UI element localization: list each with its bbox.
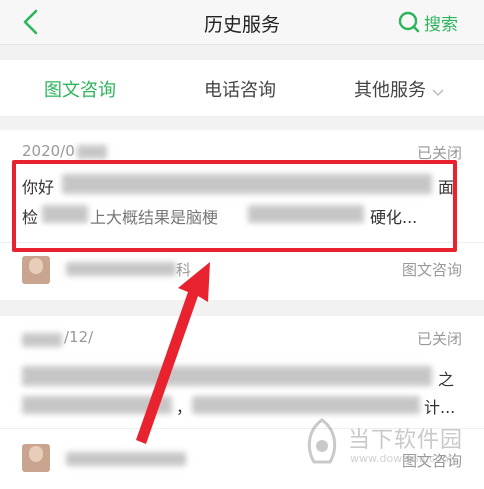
- watermark-url: www.downxia.com: [350, 452, 453, 465]
- watermark-logo-icon: [307, 418, 337, 464]
- watermark: 当下软件园 www.downxia.com: [300, 414, 470, 474]
- watermark-text: 当下软件园: [348, 428, 464, 453]
